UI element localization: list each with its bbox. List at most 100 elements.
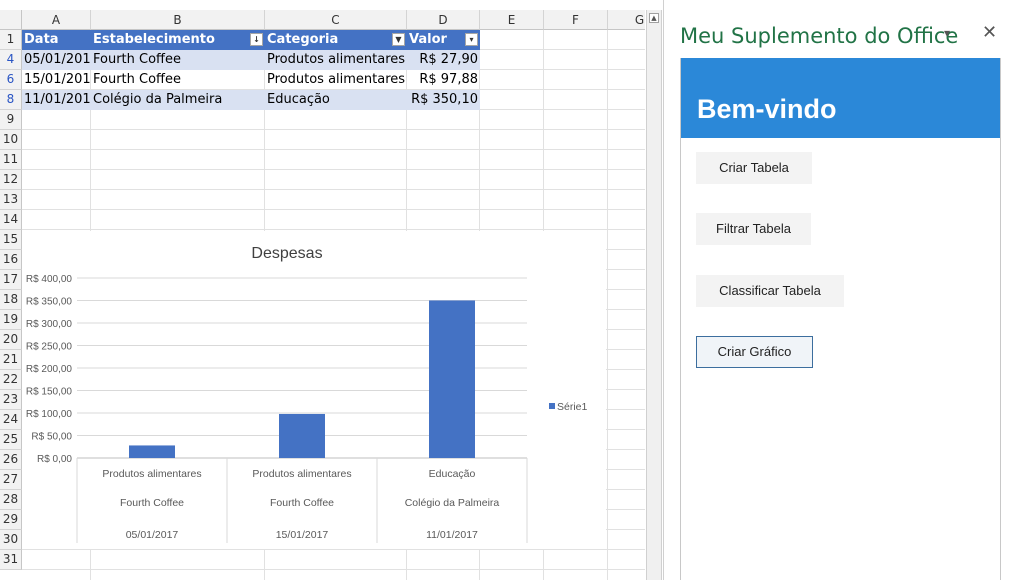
row-gridline xyxy=(22,129,645,130)
row-header-4[interactable]: 4 xyxy=(0,50,22,70)
select-all-corner[interactable] xyxy=(0,10,22,30)
row-gridline xyxy=(22,549,645,550)
x-category-label: Fourth Coffee xyxy=(270,497,334,509)
x-category-label: Educação xyxy=(429,468,476,480)
x-category-label: 11/01/2017 xyxy=(426,529,478,541)
row-header-16[interactable]: 16 xyxy=(0,250,22,270)
row-header-11[interactable]: 11 xyxy=(0,150,22,170)
legend-swatch xyxy=(549,403,555,409)
row-gridline xyxy=(22,189,645,190)
row-header-6[interactable]: 6 xyxy=(0,70,22,90)
column-header-d[interactable]: D xyxy=(407,10,480,30)
expenses-chart[interactable]: Despesas R$ 0,00 R$ 50,00 R$ 100,00 R$ 150,… xyxy=(22,231,606,549)
sort-table-button[interactable]: Classificar Tabela xyxy=(696,275,844,307)
scroll-up-icon[interactable]: ▲ xyxy=(649,13,659,23)
x-category-label: Produtos alimentares xyxy=(252,468,351,480)
row-header-26[interactable]: 26 xyxy=(0,450,22,470)
legend-label: Série1 xyxy=(557,401,588,413)
row-header-23[interactable]: 23 xyxy=(0,390,22,410)
row-header-10[interactable]: 10 xyxy=(0,130,22,150)
row-header-13[interactable]: 13 xyxy=(0,190,22,210)
welcome-heading: Bem-vindo xyxy=(697,94,837,124)
row-header-1[interactable]: 1 xyxy=(0,30,22,50)
bar-serie1-1 xyxy=(129,445,175,458)
table-header-valor[interactable]: Valor ▾ xyxy=(407,30,480,50)
table-cell[interactable]: R$ 350,10 xyxy=(407,90,480,110)
filter-table-button[interactable]: Filtrar Tabela xyxy=(696,213,811,245)
chart-title: Despesas xyxy=(251,245,322,262)
row-header-19[interactable]: 19 xyxy=(0,310,22,330)
x-category-label: 05/01/2017 xyxy=(126,529,179,541)
row-gridline xyxy=(22,569,645,570)
row-gridline xyxy=(22,229,645,230)
row-header-20[interactable]: 20 xyxy=(0,330,22,350)
table-cell[interactable]: 05/01/2017 xyxy=(22,50,91,70)
x-category-label: 15/01/2017 xyxy=(276,529,329,541)
table-cell[interactable]: Produtos alimentares xyxy=(265,70,407,90)
table-cell[interactable]: Fourth Coffee xyxy=(91,70,265,90)
y-tick-label: R$ 150,00 xyxy=(26,387,73,398)
table-header-data[interactable]: Data xyxy=(22,30,91,50)
row-header-8[interactable]: 8 xyxy=(0,90,22,110)
column-gridline xyxy=(607,30,608,580)
column-header-c[interactable]: C xyxy=(265,10,407,30)
row-header-15[interactable]: 15 xyxy=(0,230,22,250)
filter-active-icon[interactable]: ▼ xyxy=(392,33,405,46)
bar-serie1-2 xyxy=(279,413,325,458)
column-header-b[interactable]: B xyxy=(91,10,265,30)
x-category-label: Fourth Coffee xyxy=(120,497,184,509)
sort-dropdown-icon[interactable]: ↓ xyxy=(250,33,263,46)
row-header-31[interactable]: 31 xyxy=(0,550,22,570)
y-tick-label: R$ 50,00 xyxy=(31,432,72,443)
table-header-categoria[interactable]: Categoria ▼ xyxy=(265,30,407,50)
filter-dropdown-icon[interactable]: ▾ xyxy=(465,33,478,46)
column-header-f[interactable]: F xyxy=(544,10,608,30)
chart-canvas: Despesas R$ 0,00 R$ 50,00 R$ 100,00 R$ 150,… xyxy=(26,245,588,543)
y-tick-label: R$ 350,00 xyxy=(26,297,73,308)
row-header-14[interactable]: 14 xyxy=(0,210,22,230)
row-header-12[interactable]: 12 xyxy=(0,170,22,190)
table-cell[interactable]: 11/01/2017 xyxy=(22,90,91,110)
y-tick-label: R$ 0,00 xyxy=(37,454,72,465)
y-tick-label: R$ 250,00 xyxy=(26,342,73,353)
row-header-21[interactable]: 21 xyxy=(0,350,22,370)
table-cell[interactable]: Colégio da Palmeira xyxy=(91,90,265,110)
table-cell[interactable]: 15/01/2017 xyxy=(22,70,91,90)
y-tick-label: R$ 300,00 xyxy=(26,319,73,330)
chevron-down-icon[interactable]: ▾ xyxy=(944,26,950,40)
row-header-9[interactable]: 9 xyxy=(0,110,22,130)
create-chart-button[interactable]: Criar Gráfico xyxy=(696,336,813,368)
table-cell[interactable]: Educação xyxy=(265,90,407,110)
row-header-29[interactable]: 29 xyxy=(0,510,22,530)
row-header-25[interactable]: 25 xyxy=(0,430,22,450)
table-cell[interactable]: R$ 27,90 xyxy=(407,50,480,70)
row-header-17[interactable]: 17 xyxy=(0,270,22,290)
table-cell[interactable]: Fourth Coffee xyxy=(91,50,265,70)
addin-content: Bem-vindo Criar Tabela Filtrar Tabela Cl… xyxy=(680,58,1001,580)
spreadsheet-grid: A B C D E F G 1 4 6 8 9 10 11 12 13 14 15 16 17 18 19 2… xyxy=(0,0,645,580)
pane-title: Meu Suplemento do Office xyxy=(680,24,959,48)
row-header-24[interactable]: 24 xyxy=(0,410,22,430)
x-category-label: Produtos alimentares xyxy=(102,468,201,480)
y-tick-label: R$ 200,00 xyxy=(26,364,73,375)
row-gridline xyxy=(22,169,645,170)
row-header-30[interactable]: 30 xyxy=(0,530,22,550)
task-pane: Meu Suplemento do Office ▾ ✕ Bem-vindo C… xyxy=(663,0,1010,580)
column-header-g[interactable]: G xyxy=(608,10,645,30)
row-gridline xyxy=(22,149,645,150)
table-header-estabelecimento[interactable]: Estabelecimento ↓ xyxy=(91,30,265,50)
x-category-label: Colégio da Palmeira xyxy=(405,497,500,509)
y-tick-label: R$ 100,00 xyxy=(26,409,73,420)
close-icon[interactable]: ✕ xyxy=(982,22,997,43)
row-header-27[interactable]: 27 xyxy=(0,470,22,490)
table-cell[interactable]: Produtos alimentares xyxy=(265,50,407,70)
column-header-e[interactable]: E xyxy=(480,10,544,30)
column-header-a[interactable]: A xyxy=(22,10,91,30)
row-header-18[interactable]: 18 xyxy=(0,290,22,310)
table-cell[interactable]: R$ 97,88 xyxy=(407,70,480,90)
vertical-scrollbar[interactable]: ▲ xyxy=(646,10,662,580)
row-gridline xyxy=(22,209,645,210)
row-header-28[interactable]: 28 xyxy=(0,490,22,510)
create-table-button[interactable]: Criar Tabela xyxy=(696,152,812,184)
row-header-22[interactable]: 22 xyxy=(0,370,22,390)
